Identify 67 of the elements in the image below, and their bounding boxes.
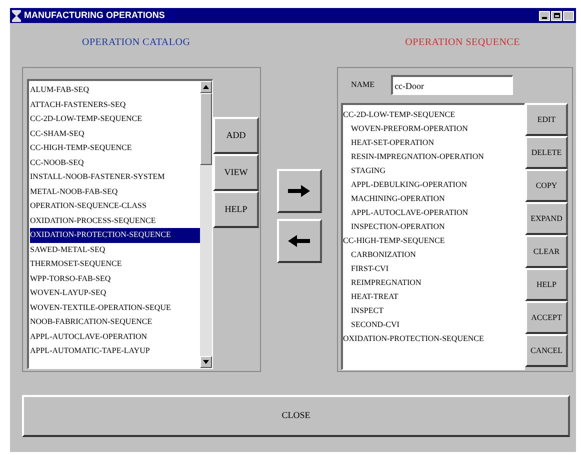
scroll-thumb[interactable] — [200, 93, 212, 165]
catalog-item[interactable]: CC-2D-LOW-TEMP-SEQUENCE — [30, 112, 200, 126]
catalog-item[interactable]: APPL-AUTOCLAVE-OPERATION — [30, 330, 200, 344]
catalog-item[interactable]: OXIDATION-PROCESS-SEQUENCE — [30, 214, 200, 228]
name-field[interactable]: cc-Door — [390, 75, 513, 95]
scroll-up-button[interactable] — [200, 81, 212, 93]
sequence-button[interactable]: EXPAND — [525, 202, 568, 235]
catalog-button[interactable]: VIEW — [213, 154, 259, 191]
catalog-item[interactable]: CC-SHAM-SEQ — [30, 126, 200, 141]
remove-from-sequence-button[interactable] — [276, 219, 322, 263]
sequence-item[interactable]: WOVEN-PREFORM-OPERATION — [351, 122, 524, 136]
catalog-item[interactable]: ATTACH-FASTENERS-SEQ — [30, 98, 200, 112]
sequence-item[interactable]: CC-2D-LOW-TEMP-SEQUENCE — [343, 108, 524, 122]
catalog-item[interactable]: NOOB-FABRICATION-SEQUENCE — [30, 315, 200, 330]
catalog-item[interactable]: ALUM-FAB-SEQ — [30, 83, 200, 98]
add-to-sequence-button[interactable] — [276, 169, 322, 213]
sequence-item[interactable]: FIRST-CVI — [351, 262, 524, 276]
catalog-item[interactable]: METAL-NOOB-FAB-SEQ — [30, 184, 200, 199]
catalog-item[interactable]: CC-HIGH-TEMP-SEQUENCE — [30, 141, 200, 156]
catalog-item[interactable]: WPP-TORSO-FAB-SEQ — [30, 272, 200, 286]
catalog-item[interactable]: OPERATION-SEQUENCE-CLASS — [30, 199, 200, 214]
sequence-button[interactable]: ACCEPT — [525, 301, 568, 334]
sequence-item[interactable]: SECOND-CVI — [351, 318, 524, 332]
close-window-button[interactable] — [563, 10, 574, 20]
catalog-item[interactable]: OXIDATION-PROTECTION-SEQUENCE — [30, 228, 200, 242]
sequence-button[interactable]: DELETE — [525, 136, 568, 169]
sequence-item[interactable]: OXIDATION-PROTECTION-SEQUENCE — [343, 332, 524, 346]
scroll-down-button[interactable] — [200, 356, 212, 368]
sequence-item[interactable]: HEAT-SET-OPERATION — [351, 136, 524, 150]
catalog-item[interactable]: CC-NOOB-SEQ — [30, 156, 200, 170]
sequence-item[interactable]: CARBONIZATION — [351, 248, 524, 262]
minimize-button[interactable] — [539, 10, 550, 20]
catalog-item[interactable]: SAWED-METAL-SEQ — [30, 242, 200, 257]
hourglass-icon — [12, 10, 21, 22]
name-label: NAME — [351, 79, 375, 91]
catalog-button[interactable]: ADD — [213, 117, 259, 154]
sequence-item[interactable]: STAGING — [351, 164, 524, 178]
maximize-button[interactable] — [551, 10, 562, 20]
sequence-item[interactable]: APPL-AUTOCLAVE-OPERATION — [351, 206, 524, 220]
sequence-item[interactable]: RESIN-IMPREGNATION-OPERATION — [351, 150, 524, 164]
catalog-item[interactable]: APPL-AUTOMATIC-TAPE-LAYUP — [30, 344, 200, 358]
catalog-item[interactable]: WOVEN-TEXTILE-OPERATION-SEQUE — [30, 300, 200, 315]
sequence-button[interactable]: EDIT — [525, 103, 568, 136]
window-title: MANUFACTURING OPERATIONS — [24, 8, 166, 22]
sequence-button[interactable]: CANCEL — [525, 334, 568, 367]
sequence-button[interactable]: CLEAR — [525, 235, 568, 268]
sequence-item[interactable]: CC-HIGH-TEMP-SEQUENCE — [343, 234, 524, 248]
sequence-item[interactable]: INSPECT — [351, 304, 524, 318]
catalog-item[interactable]: THERMOSET-SEQUENCE — [30, 257, 200, 272]
sequence-item[interactable]: APPL-DEBULKING-OPERATION — [351, 178, 524, 192]
right-arrow-icon — [288, 185, 310, 197]
catalog-heading: OPERATION CATALOG — [82, 36, 190, 50]
sequence-heading: OPERATION SEQUENCE — [405, 36, 520, 50]
catalog-button[interactable]: HELP — [213, 191, 259, 228]
left-arrow-icon — [288, 235, 310, 247]
up-arrow-icon — [203, 85, 209, 89]
sequence-button[interactable]: HELP — [525, 268, 568, 301]
down-arrow-icon — [203, 360, 209, 364]
catalog-item[interactable]: WOVEN-LAYUP-SEQ — [30, 286, 200, 300]
sequence-item[interactable]: INSPECTION-OPERATION — [351, 220, 524, 234]
sequence-item[interactable]: HEAT-TREAT — [351, 290, 524, 304]
scrollbar[interactable] — [200, 81, 212, 368]
sequence-item[interactable]: MACHINING-OPERATION — [351, 192, 524, 206]
catalog-item[interactable]: INSTALL-NOOB-FASTENER-SYSTEM — [30, 170, 200, 184]
sequence-item[interactable]: REIMPREGNATION — [351, 276, 524, 290]
sequence-button[interactable]: COPY — [525, 169, 568, 202]
close-button[interactable]: CLOSE — [22, 394, 570, 436]
